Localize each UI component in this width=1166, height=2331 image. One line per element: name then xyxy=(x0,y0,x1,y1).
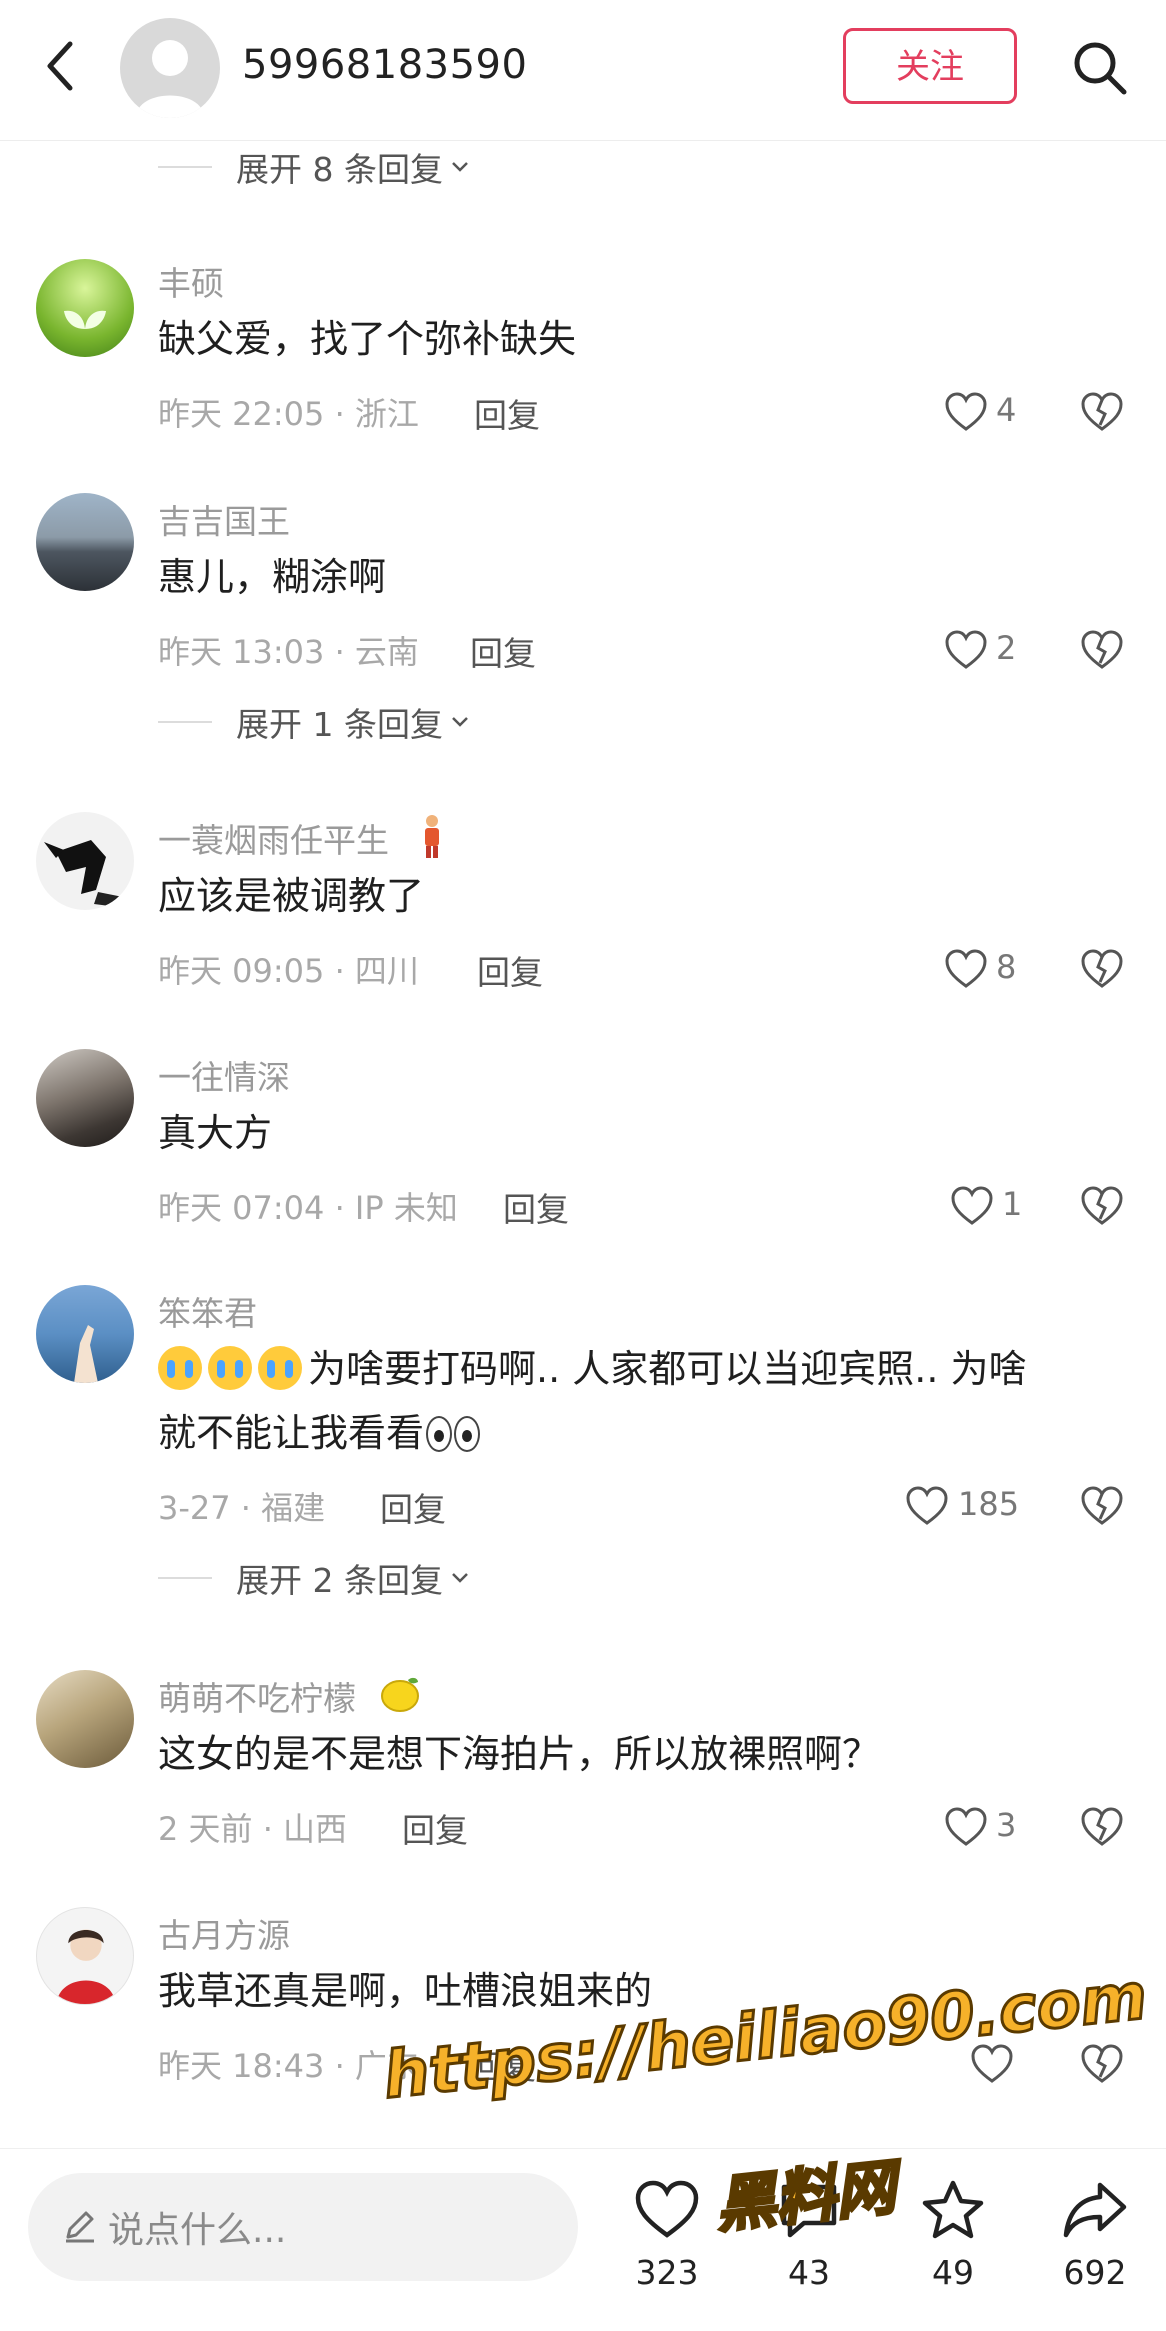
profile-avatar[interactable] xyxy=(120,18,220,118)
heart-icon[interactable] xyxy=(944,1806,988,1848)
reply-button[interactable]: 回复 xyxy=(503,1183,569,1231)
broken-heart-icon[interactable] xyxy=(1080,391,1124,433)
broken-heart-icon[interactable] xyxy=(1080,629,1124,671)
comment-time: 昨天 09:05 · 四川 xyxy=(158,952,419,990)
bottom-action-bar: 说点什么... 323 43 49 692 xyxy=(0,2148,1166,2331)
comment-text-line2: 就不能让我看看 xyxy=(158,1411,425,1455)
divider-line xyxy=(158,166,212,168)
avatar[interactable] xyxy=(36,493,134,591)
like-heart-icon[interactable] xyxy=(634,2179,700,2241)
reply-button[interactable]: 回复 xyxy=(470,2041,536,2089)
comment-username[interactable]: 古月方源 xyxy=(158,1909,290,1957)
like-count: 323 xyxy=(635,2253,699,2292)
comment-text-line1: 为啥要打码啊.. 人家都可以当迎宾照.. 为啥 xyxy=(308,1347,1027,1391)
comment-time: 昨天 13:03 · 云南 xyxy=(158,633,419,671)
heart-icon[interactable] xyxy=(905,1485,949,1527)
back-arrow-icon[interactable] xyxy=(40,38,80,94)
reply-button[interactable]: 回复 xyxy=(380,1483,446,1531)
share-count: 692 xyxy=(1063,2253,1127,2292)
person-standing-icon xyxy=(425,815,439,858)
avatar[interactable] xyxy=(36,1670,134,1768)
lemon-icon xyxy=(381,1677,419,1712)
reply-button[interactable]: 回复 xyxy=(477,946,543,994)
comment-username[interactable]: 一蓑烟雨任平生 xyxy=(158,814,389,862)
broken-heart-icon[interactable] xyxy=(1080,1185,1124,1227)
broken-heart-icon[interactable] xyxy=(1080,2043,1124,2085)
profile-username[interactable]: 59968183590 xyxy=(242,42,527,88)
eyes-icon xyxy=(426,1416,453,1452)
divider-line xyxy=(158,1577,212,1579)
reply-button[interactable]: 回复 xyxy=(402,1804,468,1852)
comment-username[interactable]: 吉吉国王 xyxy=(158,495,290,543)
top-bar: 59968183590 关注 xyxy=(0,0,1166,141)
heart-icon[interactable] xyxy=(944,948,988,990)
expand-replies-label: 展开 2 条回复 xyxy=(236,1561,443,1600)
like-count: 3 xyxy=(996,1806,1017,1844)
pencil-icon xyxy=(66,2211,94,2243)
comment-time: 2 天前 · 山西 xyxy=(158,1810,348,1848)
comment-text: 应该是被调教了 xyxy=(158,874,425,918)
like-count: 185 xyxy=(958,1485,1020,1523)
comment-username[interactable]: 笨笨君 xyxy=(158,1287,257,1335)
like-count: 2 xyxy=(996,629,1017,667)
share-arrow-icon[interactable] xyxy=(1062,2179,1128,2241)
avatar[interactable] xyxy=(36,1285,134,1383)
heart-icon[interactable] xyxy=(950,1185,994,1227)
avatar[interactable] xyxy=(36,812,134,910)
crying-face-icon xyxy=(258,1346,302,1390)
search-icon[interactable] xyxy=(1070,38,1130,98)
star-icon[interactable] xyxy=(920,2179,986,2241)
avatar[interactable] xyxy=(36,1907,134,2005)
expand-replies-label: 展开 8 条回复 xyxy=(236,150,443,189)
chevron-down-icon xyxy=(452,717,468,727)
comment-username[interactable]: 丰硕 xyxy=(158,257,224,305)
heart-icon[interactable] xyxy=(970,2043,1014,2085)
expand-replies[interactable]: 展开 1 条回复 xyxy=(158,699,471,745)
broken-heart-icon[interactable] xyxy=(1080,1485,1124,1527)
heart-icon[interactable] xyxy=(944,629,988,671)
expand-replies[interactable]: 展开 8 条回复 xyxy=(158,144,471,190)
like-count: 4 xyxy=(996,391,1017,429)
eyes-icon xyxy=(454,1416,481,1452)
comment-text: 惠儿，糊涂啊 xyxy=(158,555,387,599)
comment-input-placeholder: 说点什么... xyxy=(108,2210,287,2251)
avatar[interactable] xyxy=(36,259,134,357)
comment-input[interactable]: 说点什么... xyxy=(28,2173,578,2281)
avatar[interactable] xyxy=(36,1049,134,1147)
comment-count: 43 xyxy=(788,2253,830,2292)
comment-text: 真大方 xyxy=(158,1111,273,1155)
comment-time: 昨天 07:04 · IP 未知 xyxy=(158,1189,458,1227)
expand-replies-label: 展开 1 条回复 xyxy=(236,705,443,744)
crying-face-icon xyxy=(158,1346,202,1390)
like-count: 1 xyxy=(1002,1185,1023,1223)
like-count: 8 xyxy=(996,948,1017,986)
comment-text: 这女的是不是想下海拍片，所以放裸照啊？ xyxy=(158,1732,881,1776)
comment-bubble-icon[interactable] xyxy=(776,2179,842,2241)
comment-time: 昨天 18:43 · 广东 xyxy=(158,2047,419,2085)
comment-text: 为啥要打码啊.. 人家都可以当迎宾照.. 为啥 就不能让我看看 xyxy=(158,1337,1118,1465)
broken-heart-icon[interactable] xyxy=(1080,1806,1124,1848)
broken-heart-icon[interactable] xyxy=(1080,948,1124,990)
follow-button[interactable]: 关注 xyxy=(843,28,1017,104)
comment-username[interactable]: 萌萌不吃柠檬 xyxy=(158,1672,356,1720)
comment-time: 昨天 22:05 · 浙江 xyxy=(158,395,419,433)
comment-text: 我草还真是啊，吐槽浪姐来的 xyxy=(158,1969,653,2013)
favorite-count: 49 xyxy=(932,2253,974,2292)
crying-face-icon xyxy=(208,1346,252,1390)
reply-button[interactable]: 回复 xyxy=(470,627,536,675)
comment-time: 3-27 · 福建 xyxy=(158,1489,326,1527)
comment-username[interactable]: 一往情深 xyxy=(158,1051,290,1099)
chevron-down-icon xyxy=(452,162,468,172)
comment-text: 缺父爱，找了个弥补缺失 xyxy=(158,317,577,361)
reply-button[interactable]: 回复 xyxy=(474,389,540,437)
divider-line xyxy=(158,721,212,723)
heart-icon[interactable] xyxy=(944,391,988,433)
expand-replies[interactable]: 展开 2 条回复 xyxy=(158,1555,471,1601)
chevron-down-icon xyxy=(452,1573,468,1583)
